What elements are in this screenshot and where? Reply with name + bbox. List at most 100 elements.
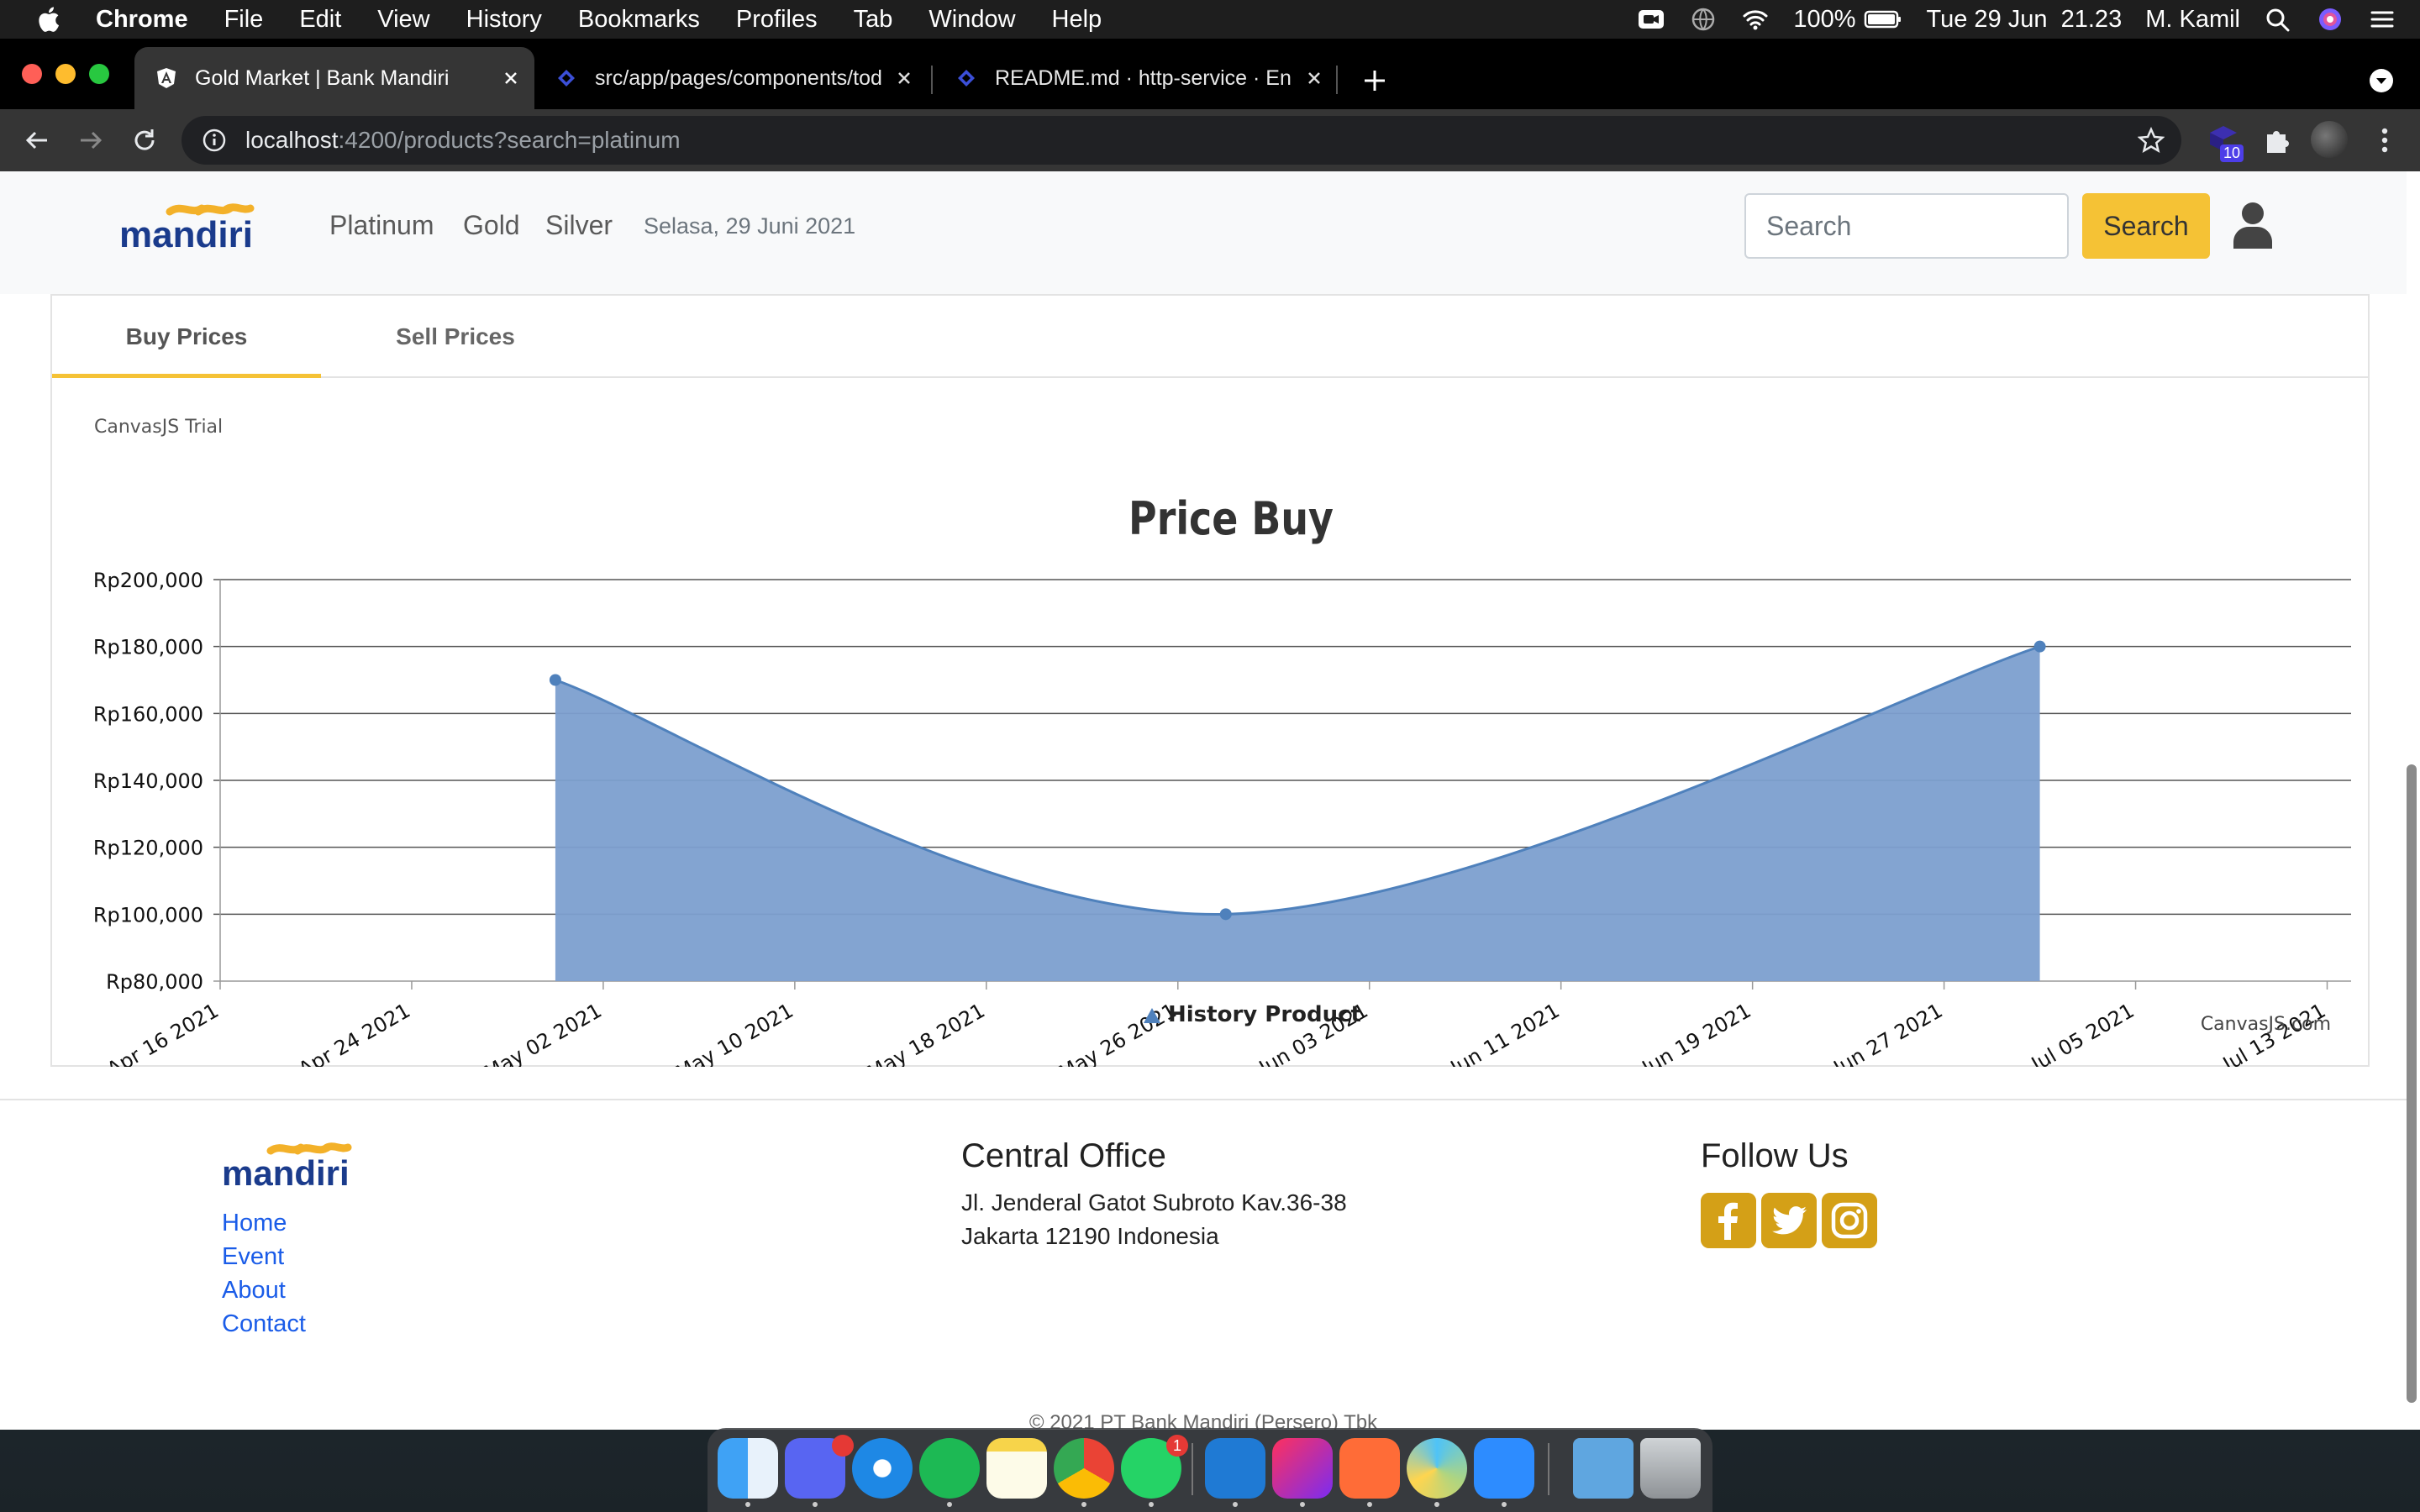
bookmark-star-icon[interactable] (2138, 127, 2165, 154)
search-input[interactable] (1744, 193, 2069, 259)
menu-profiles[interactable]: Profiles (736, 6, 818, 34)
data-point (1219, 908, 1232, 921)
menu-edit[interactable]: Edit (299, 6, 341, 34)
tab-separator (931, 66, 933, 94)
footer-link-about[interactable]: About (222, 1277, 286, 1305)
menu-view[interactable]: View (377, 6, 429, 34)
site-info-icon[interactable] (202, 128, 227, 153)
chart-area-layer (549, 640, 2046, 981)
dock-downloads-folder-icon[interactable] (1573, 1438, 1634, 1499)
browser-tab[interactable]: README.md · http-service · En (934, 47, 1338, 109)
dock-finder-icon[interactable] (718, 1438, 778, 1499)
dock-vscode-icon[interactable] (1205, 1438, 1265, 1499)
profile-avatar[interactable] (2311, 121, 2348, 158)
battery-percent: 100% (1793, 5, 1856, 33)
menu-window[interactable]: Window (929, 6, 1015, 34)
browser-toolbar: localhost:4200/products?search=platinum … (0, 109, 2420, 171)
y-tick-label: Rp160,000 (93, 702, 203, 726)
menubar-clock[interactable]: Tue 29 Jun 21.23 (1926, 6, 2122, 34)
control-center-icon[interactable] (2368, 7, 2396, 32)
back-icon[interactable] (22, 125, 52, 155)
y-tick-label: Rp100,000 (93, 903, 203, 927)
reload-icon[interactable] (129, 125, 160, 155)
x-tick-label: Jul 05 2021 (2026, 999, 2138, 1067)
close-tab-icon[interactable] (499, 66, 523, 90)
mandiri-footer-logo[interactable]: mandiri (220, 1137, 388, 1193)
spotlight-search-icon[interactable] (2264, 7, 2292, 32)
globe-icon[interactable] (1689, 7, 1718, 32)
mandiri-logo[interactable]: mandiri (118, 197, 294, 255)
browser-tab-active[interactable]: Gold Market | Bank Mandiri (134, 47, 534, 109)
browser-tab-strip: Gold Market | Bank Mandiri src/app/pages… (0, 39, 2420, 109)
nav-link-gold[interactable]: Gold (463, 210, 520, 241)
x-tick-label: Jun 11 2021 (1445, 999, 1564, 1067)
dock-spotify-icon[interactable] (919, 1438, 980, 1499)
dock-zoom-icon[interactable] (1474, 1438, 1534, 1499)
x-tick-label: May 18 2021 (863, 999, 989, 1067)
camera-icon[interactable] (1637, 7, 1665, 32)
data-point (2033, 640, 2046, 653)
footer-link-event[interactable]: Event (222, 1243, 284, 1271)
battery-icon[interactable] (1864, 7, 1902, 32)
central-office-heading: Central Office (961, 1137, 1166, 1174)
chrome-menu-icon[interactable] (2370, 124, 2400, 156)
window-minimize-button[interactable] (55, 64, 76, 84)
dock-notes-icon[interactable] (986, 1438, 1047, 1499)
page-scrollbar[interactable] (2407, 764, 2417, 1403)
nav-link-silver[interactable]: Silver (545, 210, 613, 241)
twitter-icon[interactable] (1761, 1193, 1817, 1248)
instagram-icon[interactable] (1822, 1193, 1877, 1248)
menu-help[interactable]: Help (1052, 6, 1102, 34)
wifi-icon[interactable] (1741, 7, 1770, 32)
footer-link-contact[interactable]: Contact (222, 1310, 306, 1338)
x-tick-label: Jun 19 2021 (1637, 999, 1755, 1067)
dock-safari-icon[interactable] (852, 1438, 913, 1499)
dock-affinity-icon[interactable] (1407, 1438, 1467, 1499)
menubar-user[interactable]: M. Kamil (2145, 6, 2240, 34)
chart-legend[interactable]: History Product (1144, 1002, 1361, 1027)
search-button[interactable]: Search (2082, 193, 2210, 259)
dock-divider (1192, 1443, 1193, 1495)
tab-search-icon[interactable] (2368, 67, 2395, 94)
new-tab-icon[interactable] (1361, 67, 1388, 94)
dock-chrome-icon[interactable] (1054, 1438, 1114, 1499)
forward-icon[interactable] (76, 125, 106, 155)
window-zoom-button[interactable] (89, 64, 109, 84)
dock-trash-icon[interactable] (1640, 1438, 1701, 1499)
close-tab-icon[interactable] (892, 66, 916, 90)
dock-whatsapp-badge: 1 (1166, 1435, 1188, 1457)
close-tab-icon[interactable] (1302, 66, 1326, 90)
dock-postman-icon[interactable] (1339, 1438, 1400, 1499)
chart-credit[interactable]: CanvasJS.com (2201, 1014, 2331, 1035)
site-navbar: mandiri Platinum Gold Silver Selasa, 29 … (0, 171, 2407, 294)
footer-divider (0, 1099, 2407, 1100)
browser-tab[interactable]: src/app/pages/components/tod (534, 47, 928, 109)
window-close-button[interactable] (22, 64, 42, 84)
dock-intellij-icon[interactable] (1272, 1438, 1333, 1499)
extensions-puzzle-icon[interactable] (2260, 124, 2292, 156)
siri-icon[interactable] (2316, 7, 2344, 32)
footer-link-home[interactable]: Home (222, 1210, 287, 1237)
dock-discord-badge (832, 1435, 854, 1457)
menu-tab[interactable]: Tab (854, 6, 893, 34)
copyright-text: © 2021 PT Bank Mandiri (Persero) Tbk (1028, 1411, 1378, 1430)
menu-history[interactable]: History (466, 6, 542, 34)
facebook-icon[interactable] (1701, 1193, 1756, 1248)
page-viewport: mandiri Platinum Gold Silver Selasa, 29 … (0, 171, 2420, 1430)
address-bar[interactable]: localhost:4200/products?search=platinum (182, 116, 2181, 165)
menu-file[interactable]: File (224, 6, 264, 34)
prices-card: Buy Prices Sell Prices CanvasJS Trial Pr… (50, 294, 2370, 1067)
macos-dock: 1 (708, 1428, 1712, 1512)
menu-app-name[interactable]: Chrome (96, 6, 188, 34)
menu-bookmarks[interactable]: Bookmarks (578, 6, 700, 34)
user-icon[interactable] (2232, 202, 2274, 249)
chart-y-axis: Rp80,000 Rp100,000 Rp120,000 Rp140,000 Rp160… (93, 569, 203, 994)
azure-devops-icon (558, 70, 575, 87)
tab-title: README.md · http-service · En (995, 66, 1292, 90)
tab-sell-prices[interactable]: Sell Prices (321, 296, 590, 378)
tab-buy-prices[interactable]: Buy Prices (52, 296, 321, 378)
address-line-2: Jakarta 12190 Indonesia (961, 1223, 1219, 1249)
nav-link-platinum[interactable]: Platinum (329, 210, 434, 241)
apple-icon[interactable] (35, 5, 60, 34)
chart-title: Price Buy (1128, 491, 1334, 545)
